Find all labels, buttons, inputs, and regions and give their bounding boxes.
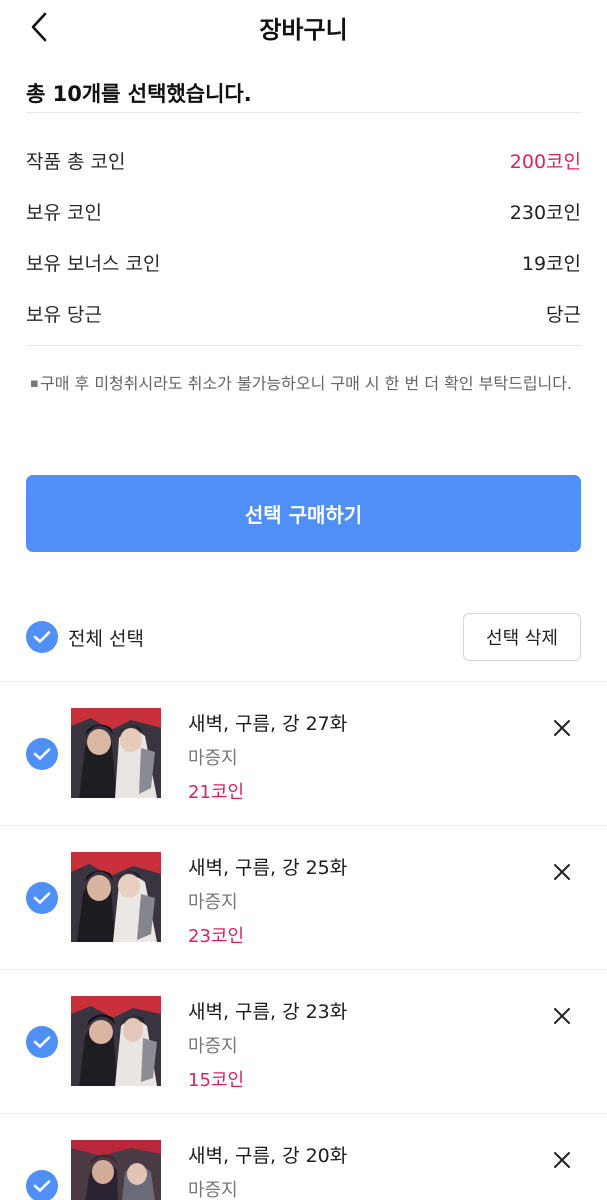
cart-page: 장바구니 총 10개를 선택했습니다. 작품 총 코인 200코인 보유 코인 … [0, 0, 607, 1200]
buy-selected-button[interactable]: 선택 구매하기 [26, 475, 581, 552]
info-row-carrot: 보유 당근 당근 [26, 288, 581, 339]
page-title: 장바구니 [259, 16, 348, 44]
info-row-bonus-coin: 보유 보너스 코인 19코인 [26, 237, 581, 288]
info-row-total-coin: 작품 총 코인 200코인 [26, 135, 581, 186]
cart-item: 새벽, 구름, 강 20화 마증지 [0, 1114, 607, 1200]
remove-item-button[interactable] [549, 715, 575, 741]
item-author: 마증지 [188, 1036, 238, 1057]
notice-text: 구매 후 미청취시라도 취소가 불가능하오니 구매 시 한 번 더 확인 부탁드… [40, 374, 573, 393]
item-check-toggle[interactable] [26, 882, 58, 914]
item-price: 21코인 [188, 782, 245, 803]
item-author: 마증지 [188, 1180, 238, 1200]
info-value: 당근 [546, 304, 581, 326]
item-author: 마증지 [188, 892, 238, 913]
info-row-owned-coin: 보유 코인 230코인 [26, 186, 581, 237]
selection-summary: 총 10개를 선택했습니다. [26, 82, 252, 106]
purchase-notice: ▪ 구매 후 미청취시라도 취소가 불가능하오니 구매 시 한 번 더 확인 부… [0, 346, 607, 438]
item-check-toggle[interactable] [26, 1026, 58, 1058]
item-thumbnail [71, 996, 161, 1086]
item-title: 새벽, 구름, 강 20화 [188, 1145, 348, 1167]
select-bar: 전체 선택 선택 삭제 [0, 612, 607, 682]
cart-item: 새벽, 구름, 강 27화 마증지 21코인 [0, 682, 607, 826]
info-value: 19코인 [521, 253, 581, 275]
info-label: 보유 당근 [26, 304, 102, 326]
item-thumbnail [71, 852, 161, 942]
close-icon [554, 1152, 570, 1168]
close-icon [554, 720, 570, 736]
header: 장바구니 [0, 0, 607, 56]
coin-info-list: 작품 총 코인 200코인 보유 코인 230코인 보유 보너스 코인 19코인… [0, 113, 607, 345]
item-price: 15코인 [188, 1070, 245, 1091]
select-all-label: 전체 선택 [68, 627, 144, 650]
check-icon [33, 748, 51, 760]
item-author: 마증지 [188, 748, 238, 769]
item-title: 새벽, 구름, 강 23화 [188, 1001, 348, 1023]
close-icon [554, 864, 570, 880]
select-all-toggle[interactable]: 전체 선택 [26, 621, 144, 653]
check-icon [33, 892, 51, 904]
info-label: 보유 코인 [26, 202, 102, 224]
remove-item-button[interactable] [549, 859, 575, 885]
notice-bullet: ▪ [30, 376, 39, 391]
item-title: 새벽, 구름, 강 27화 [188, 713, 348, 735]
item-check-toggle[interactable] [26, 738, 58, 770]
item-thumbnail [71, 708, 161, 798]
cart-item: 새벽, 구름, 강 23화 마증지 15코인 [0, 970, 607, 1114]
delete-selected-button[interactable]: 선택 삭제 [463, 613, 581, 661]
close-icon [554, 1008, 570, 1024]
check-circle-icon [26, 621, 58, 653]
remove-item-button[interactable] [549, 1003, 575, 1029]
item-price: 23코인 [188, 926, 245, 947]
item-check-toggle[interactable] [26, 1170, 58, 1200]
cart-item: 새벽, 구름, 강 25화 마증지 23코인 [0, 826, 607, 970]
item-title: 새벽, 구름, 강 25화 [188, 857, 348, 879]
item-thumbnail [71, 1140, 161, 1200]
info-label: 보유 보너스 코인 [26, 253, 161, 275]
info-label: 작품 총 코인 [26, 151, 126, 173]
info-value: 200코인 [509, 151, 581, 173]
info-value: 230코인 [509, 202, 581, 224]
check-icon [33, 1036, 51, 1048]
remove-item-button[interactable] [549, 1147, 575, 1173]
check-icon [33, 1180, 51, 1192]
